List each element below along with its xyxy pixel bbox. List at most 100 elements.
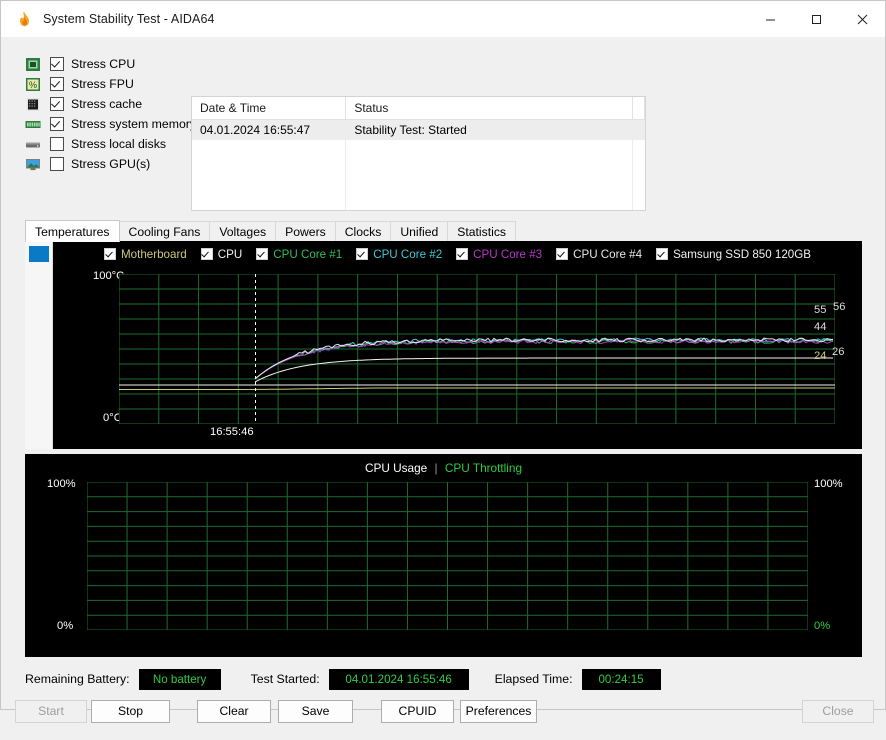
tab-unified[interactable]: Unified xyxy=(390,221,449,242)
legend-checkbox[interactable] xyxy=(456,248,469,260)
legend-item-motherboard[interactable]: Motherboard xyxy=(104,248,187,261)
close-button[interactable]: Close xyxy=(802,700,874,723)
cpuid-button[interactable]: CPUID xyxy=(381,700,454,723)
legend-checkbox[interactable] xyxy=(200,248,213,260)
cpu-plot-area[interactable] xyxy=(87,482,808,630)
temperature-plot-area[interactable] xyxy=(119,274,835,424)
temperature-chart-panel: Motherboard CPU CPU Core #1 CPU Core #2 … xyxy=(25,241,862,449)
stress-gpu-checkbox[interactable] xyxy=(50,157,64,171)
save-button[interactable]: Save xyxy=(278,700,353,723)
legend-checkbox[interactable] xyxy=(656,248,669,260)
cpu-usage-title: CPU Usage xyxy=(364,461,428,475)
table-header-row: Date & Time Status xyxy=(192,97,645,120)
flame-icon xyxy=(15,10,33,28)
remaining-battery-value: No battery xyxy=(138,668,221,690)
cpu-throttling-title: CPU Throttling xyxy=(444,461,523,475)
gpu-monitor-icon xyxy=(25,157,41,172)
legend-item-cpu-core-3[interactable]: CPU Core #3 xyxy=(456,248,542,261)
legend-item-cpu-core-4[interactable]: CPU Core #4 xyxy=(556,248,642,261)
stress-option-local-disks[interactable]: Stress local disks xyxy=(25,134,205,154)
cell-datetime xyxy=(192,180,347,200)
cache-chip-icon xyxy=(25,97,41,112)
temp-value-55: 55 xyxy=(814,304,827,316)
event-log-table[interactable]: Date & Time Status 04.01.2024 16:55:47 S… xyxy=(191,96,646,211)
stop-button[interactable]: Stop xyxy=(91,700,170,723)
system-stability-test-window: System Stability Test - AIDA64 Stress CP… xyxy=(0,0,886,723)
legend-item-samsung-ssd[interactable]: Samsung SSD 850 120GB xyxy=(656,248,811,261)
legend-item-cpu-core-1[interactable]: CPU Core #1 xyxy=(256,248,342,261)
stress-options-list: Stress CPU % Stress FPU Stress cache Str… xyxy=(25,54,205,174)
cpu-left-top-label: 100% xyxy=(47,478,76,490)
temp-value-56: 56 xyxy=(833,301,846,313)
scrollbar-thumb[interactable] xyxy=(29,246,49,262)
stress-cpu-checkbox[interactable] xyxy=(50,57,64,71)
sensor-list-scrollbar[interactable] xyxy=(25,241,53,449)
cell-status xyxy=(346,180,634,200)
minimize-icon[interactable] xyxy=(747,1,793,37)
stress-option-gpu[interactable]: Stress GPU(s) xyxy=(25,154,205,174)
elapsed-time-value: 00:24:15 xyxy=(581,668,661,690)
tab-voltages[interactable]: Voltages xyxy=(209,221,277,242)
cell-datetime xyxy=(192,140,347,160)
legend-item-cpu[interactable]: CPU xyxy=(200,248,242,261)
legend-checkbox[interactable] xyxy=(356,248,369,260)
button-bar: Start Stop Clear Save CPUID Preferences … xyxy=(1,700,885,740)
stress-option-fpu[interactable]: % Stress FPU xyxy=(25,74,205,94)
stress-system-memory-checkbox[interactable] xyxy=(50,117,64,131)
table-row-empty[interactable] xyxy=(192,180,645,200)
table-row-empty[interactable] xyxy=(192,160,645,180)
maximize-icon[interactable] xyxy=(793,1,839,37)
clear-button[interactable]: Clear xyxy=(197,700,271,723)
tab-temperatures[interactable]: Temperatures xyxy=(25,220,120,242)
stress-local-disks-checkbox[interactable] xyxy=(50,137,64,151)
legend-label: CPU Core #4 xyxy=(573,247,643,261)
column-header-spacer xyxy=(633,97,645,119)
stress-option-cache[interactable]: Stress cache xyxy=(25,94,205,114)
svg-text:%: % xyxy=(29,80,37,90)
table-row-empty[interactable] xyxy=(192,200,645,210)
stress-cache-checkbox[interactable] xyxy=(50,97,64,111)
stress-fpu-checkbox[interactable] xyxy=(50,77,64,91)
tab-statistics[interactable]: Statistics xyxy=(447,221,517,242)
legend-checkbox[interactable] xyxy=(556,248,569,260)
cell-spacer xyxy=(633,160,645,180)
temperature-plot-svg xyxy=(119,274,835,424)
test-started-label: Test Started: xyxy=(250,672,320,686)
temp-value-44: 44 xyxy=(814,321,827,333)
legend-label: CPU Core #1 xyxy=(273,247,343,261)
legend-label: Motherboard xyxy=(121,247,187,261)
cell-spacer xyxy=(633,120,645,140)
cell-status xyxy=(346,200,634,210)
table-row[interactable]: 04.01.2024 16:55:47 Stability Test: Star… xyxy=(192,120,645,140)
start-button[interactable]: Start xyxy=(15,700,87,723)
close-icon[interactable] xyxy=(839,1,885,37)
stress-option-label: Stress cache xyxy=(71,97,143,111)
percent-icon: % xyxy=(25,77,41,92)
window-controls xyxy=(747,1,885,37)
legend-item-cpu-core-2[interactable]: CPU Core #2 xyxy=(356,248,442,261)
temp-x-axis-tick-label: 16:55:46 xyxy=(210,426,254,438)
stress-option-system-memory[interactable]: Stress system memory xyxy=(25,114,205,134)
test-started-value: 04.01.2024 16:55:46 xyxy=(328,668,469,690)
temp-series-5 xyxy=(254,337,834,380)
tab-clocks[interactable]: Clocks xyxy=(334,221,392,242)
table-row-empty[interactable] xyxy=(192,140,645,160)
column-header-status[interactable]: Status xyxy=(346,97,634,119)
stress-option-label: Stress local disks xyxy=(71,137,166,151)
chart-tabs: Temperatures Cooling Fans Voltages Power… xyxy=(25,220,517,242)
tab-powers[interactable]: Powers xyxy=(275,221,336,242)
temp-value-26: 26 xyxy=(832,346,845,358)
column-header-datetime[interactable]: Date & Time xyxy=(192,97,347,119)
legend-checkbox[interactable] xyxy=(104,248,117,260)
temperature-legend: Motherboard CPU CPU Core #1 CPU Core #2 … xyxy=(53,244,862,264)
tab-cooling-fans[interactable]: Cooling Fans xyxy=(118,221,211,242)
cpu-usage-chart-panel: CPU Usage | CPU Throttling 100% 0% 100% … xyxy=(25,454,862,657)
temp-time-marker-line xyxy=(255,274,256,424)
legend-checkbox[interactable] xyxy=(256,248,269,260)
cpu-title-separator: | xyxy=(434,461,438,475)
cpu-plot-svg xyxy=(87,482,808,630)
stress-option-cpu[interactable]: Stress CPU xyxy=(25,54,205,74)
preferences-button[interactable]: Preferences xyxy=(460,700,537,723)
cell-datetime: 04.01.2024 16:55:47 xyxy=(192,120,347,140)
client-area: Stress CPU % Stress FPU Stress cache Str… xyxy=(1,38,885,723)
